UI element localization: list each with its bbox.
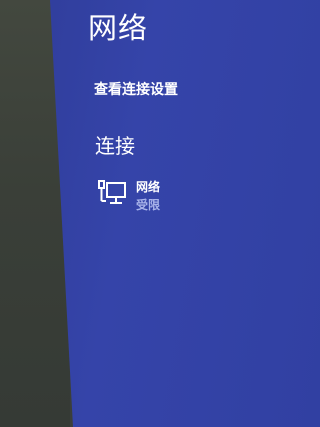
panel-title: 网络 <box>88 11 149 45</box>
connections-heading: 连接 <box>95 134 135 158</box>
ethernet-icon <box>98 180 126 204</box>
network-name: 网络 <box>136 180 161 194</box>
network-connection-item[interactable]: 网络 受限 <box>96 176 276 220</box>
network-status: 受限 <box>136 198 161 212</box>
view-connection-settings-link[interactable]: 查看连接设置 <box>94 80 178 100</box>
